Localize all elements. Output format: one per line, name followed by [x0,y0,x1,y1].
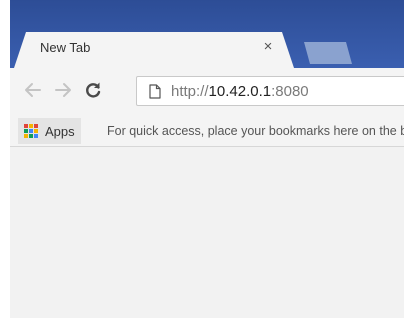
close-tab-icon[interactable]: × [260,38,276,56]
page-content [10,147,404,318]
page-icon [149,84,161,99]
back-button[interactable] [22,79,44,101]
forward-button[interactable] [52,79,74,101]
browser-window: New Tab × http://10.42.0.1:8080 Apps For… [10,0,404,318]
reload-button[interactable] [82,79,104,101]
reload-icon [86,82,101,98]
back-arrow-icon [25,83,41,97]
address-bar[interactable]: http://10.42.0.1:8080 [136,76,404,106]
bookmarks-bar: Apps For quick access, place your bookma… [10,116,404,147]
forward-arrow-icon [55,83,71,97]
apps-shortcut[interactable]: Apps [18,118,81,144]
url-text: http://10.42.0.1:8080 [171,83,309,100]
apps-label: Apps [45,123,75,139]
apps-grid-icon [24,124,38,138]
url-port: :8080 [271,83,309,100]
bookmarks-hint: For quick access, place your bookmarks h… [107,124,404,138]
tab-title: New Tab [40,40,91,55]
url-scheme: http:// [171,83,209,100]
url-host: 10.42.0.1 [208,83,272,100]
